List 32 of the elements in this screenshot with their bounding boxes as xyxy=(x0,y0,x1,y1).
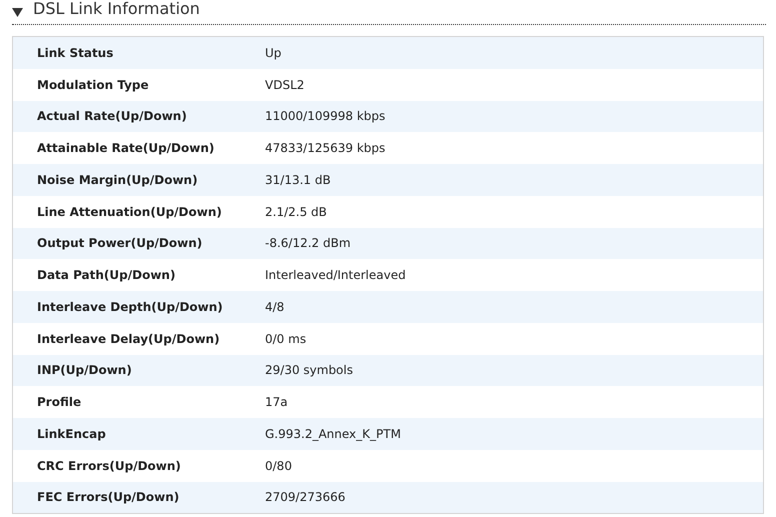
field-value: VDSL2 xyxy=(265,78,304,92)
field-value: G.993.2_Annex_K_PTM xyxy=(265,426,401,441)
field-label: Line Attenuation(Up/Down) xyxy=(36,204,223,219)
field-value: Up xyxy=(265,46,282,60)
field-value: 17a xyxy=(265,395,288,410)
field-value: 0/80 xyxy=(265,458,292,473)
field-label: Profile xyxy=(36,395,82,410)
collapse-triangle-icon[interactable] xyxy=(12,8,23,16)
field-value: 47833/125639 kbps xyxy=(265,141,386,156)
field-label: Interleave Delay(Up/Down) xyxy=(36,332,221,346)
field-label: INP(Up/Down) xyxy=(36,363,133,378)
field-value: 2.1/2.5 dB xyxy=(265,204,327,219)
field-label: Interleave Depth(Up/Down) xyxy=(36,300,224,314)
field-value: 0/0 ms xyxy=(265,332,306,346)
field-value: -8.6/12.2 dBm xyxy=(265,236,351,250)
field-label: Attainable Rate(Up/Down) xyxy=(36,141,216,156)
field-value: 4/8 xyxy=(265,300,284,314)
field-value: Interleaved/Interleaved xyxy=(265,268,406,282)
field-value: 11000/109998 kbps xyxy=(265,109,386,124)
field-label: Output Power(Up/Down) xyxy=(36,236,204,250)
field-label: Link Status xyxy=(36,46,114,60)
field-value: 31/13.1 dB xyxy=(265,172,331,187)
field-label: Modulation Type xyxy=(36,78,150,92)
field-label: FEC Errors(Up/Down) xyxy=(36,490,180,504)
section-title: DSL Link Information xyxy=(33,0,200,19)
field-value: 2709/273666 xyxy=(265,490,346,504)
field-label: Data Path(Up/Down) xyxy=(36,268,176,282)
field-value: 29/30 symbols xyxy=(265,363,353,378)
field-label: Noise Margin(Up/Down) xyxy=(36,172,199,187)
field-label: LinkEncap xyxy=(36,426,107,441)
field-label: CRC Errors(Up/Down) xyxy=(36,458,182,473)
field-label: Actual Rate(Up/Down) xyxy=(36,109,188,124)
